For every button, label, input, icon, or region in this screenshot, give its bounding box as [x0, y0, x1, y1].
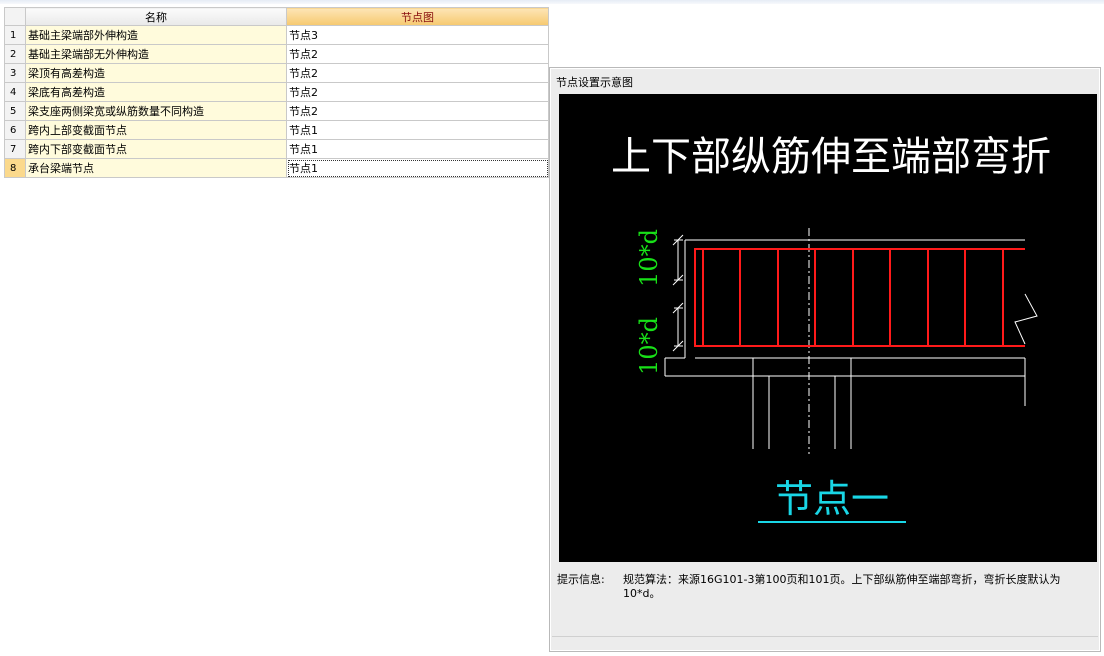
- row-name-cell[interactable]: 基础主梁端部外伸构造: [25, 25, 287, 45]
- row-node-cell[interactable]: 节点2: [286, 82, 549, 102]
- row-node-cell[interactable]: 节点2: [286, 44, 549, 64]
- node-diagram-panel: 节点设置示意图 上下部纵筋伸至端部弯折 10*d 10*d 节点一 提示信息: …: [549, 67, 1101, 652]
- row-index[interactable]: 4: [4, 82, 26, 102]
- column-header-node-diagram[interactable]: 节点图: [286, 7, 549, 26]
- row-name-cell[interactable]: 梁顶有高差构造: [25, 63, 287, 83]
- table-row-selected[interactable]: 8 承台梁端节点 节点1: [4, 158, 549, 178]
- row-name-cell[interactable]: 承台梁端节点: [25, 158, 287, 178]
- rebar-cage: [694, 248, 1025, 347]
- row-index[interactable]: 3: [4, 63, 26, 83]
- hint-label: 提示信息:: [557, 573, 605, 586]
- node-settings-grid: 名称 节点图 1 基础主梁端部外伸构造 节点3 2 基础主梁端部无外伸构造 节点…: [4, 7, 549, 178]
- table-row[interactable]: 2 基础主梁端部无外伸构造 节点2: [4, 44, 549, 64]
- table-row[interactable]: 5 梁支座两侧梁宽或纵筋数量不同构造 节点2: [4, 101, 549, 121]
- row-index[interactable]: 1: [4, 25, 26, 45]
- table-row[interactable]: 1 基础主梁端部外伸构造 节点3: [4, 25, 549, 45]
- node-diagram: 上下部纵筋伸至端部弯折 10*d 10*d 节点一: [611, 134, 1051, 523]
- hint-text: 规范算法：来源16G101-3第100页和101页。上下部纵筋伸至端部弯折，弯折…: [623, 573, 1061, 600]
- row-node-cell[interactable]: 节点1: [286, 120, 549, 140]
- table-row[interactable]: 7 跨内下部变截面节点 节点1: [4, 139, 549, 159]
- row-index-header: [4, 7, 26, 26]
- dimension-top-label: 10*d: [635, 229, 663, 287]
- row-node-cell[interactable]: 节点2: [286, 101, 549, 121]
- row-index[interactable]: 5: [4, 101, 26, 121]
- row-index[interactable]: 2: [4, 44, 26, 64]
- panel-divider: [552, 636, 1098, 637]
- row-node-cell[interactable]: 节点2: [286, 63, 549, 83]
- row-name-cell[interactable]: 梁底有高差构造: [25, 82, 287, 102]
- table-row[interactable]: 3 梁顶有高差构造 节点2: [4, 63, 549, 83]
- row-name-cell[interactable]: 跨内下部变截面节点: [25, 139, 287, 159]
- row-name-cell[interactable]: 跨内上部变截面节点: [25, 120, 287, 140]
- row-name-cell[interactable]: 梁支座两侧梁宽或纵筋数量不同构造: [25, 101, 287, 121]
- row-index[interactable]: 8: [4, 158, 26, 178]
- row-node-cell[interactable]: 节点1: [286, 139, 549, 159]
- row-index[interactable]: 7: [4, 139, 26, 159]
- diagram-canvas: 上下部纵筋伸至端部弯折 10*d 10*d 节点一: [559, 94, 1097, 562]
- row-name-cell[interactable]: 基础主梁端部无外伸构造: [25, 44, 287, 64]
- row-index[interactable]: 6: [4, 120, 26, 140]
- beam-outline: [664, 239, 1038, 449]
- row-node-cell[interactable]: 节点1: [286, 158, 549, 178]
- panel-title: 节点设置示意图: [556, 76, 633, 89]
- table-row[interactable]: 6 跨内上部变截面节点 节点1: [4, 120, 549, 140]
- window-top-edge: [0, 0, 1104, 4]
- dimension-lines: [672, 234, 684, 352]
- column-header-name[interactable]: 名称: [25, 7, 287, 26]
- dimension-bottom-label: 10*d: [635, 317, 663, 375]
- grid-header-row: 名称 节点图: [4, 7, 549, 26]
- table-row[interactable]: 4 梁底有高差构造 节点2: [4, 82, 549, 102]
- diagram-caption: 节点一: [775, 477, 889, 521]
- row-node-cell[interactable]: 节点3: [286, 25, 549, 45]
- diagram-heading: 上下部纵筋伸至端部弯折: [611, 134, 1051, 180]
